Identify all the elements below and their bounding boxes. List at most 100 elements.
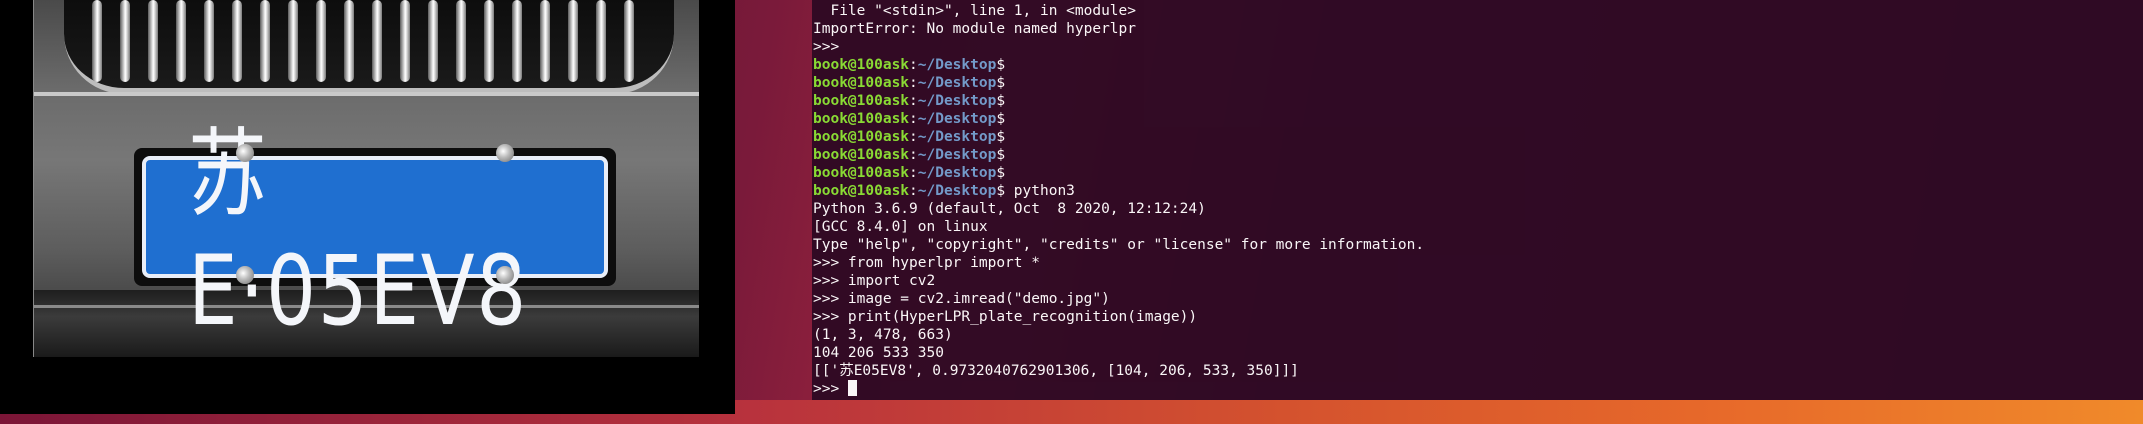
image-viewer-window[interactable]: 苏E·05EV8 <box>0 0 735 414</box>
prompt-path: ~/Desktop <box>917 147 997 163</box>
terminal-line: ImportError: No module named hyperlpr <box>813 20 1424 38</box>
grille-slat <box>232 0 242 82</box>
prompt-separator: : <box>909 183 918 199</box>
terminal-line: >>> image = cv2.imread("demo.jpg") <box>813 290 1424 308</box>
grille-slat <box>540 0 550 82</box>
terminal-cursor <box>847 380 857 396</box>
terminal-line-text: >>> image = cv2.imread("demo.jpg") <box>813 291 1110 307</box>
prompt-symbol: $ <box>996 165 1006 181</box>
prompt-symbol: $ <box>996 129 1006 145</box>
terminal-line: book@100ask:~/Desktop$ python3 <box>813 182 1424 200</box>
car-grille <box>64 0 674 94</box>
license-plate: 苏E·05EV8 <box>134 118 616 347</box>
terminal-line-text: >>> print(HyperLPR_plate_recognition(ima… <box>813 309 1198 325</box>
terminal-line-text: [GCC 8.4.0] on linux <box>813 219 988 235</box>
terminal-line: >>> <box>813 380 1424 398</box>
grille-slat <box>568 0 578 82</box>
terminal-line: (1, 3, 478, 663) <box>813 326 1424 344</box>
prompt-user-host: book@100ask <box>813 147 910 163</box>
grille-slat <box>512 0 522 82</box>
prompt-symbol: $ <box>996 93 1006 109</box>
grille-slat <box>372 0 382 82</box>
prompt-user-host: book@100ask <box>813 57 910 73</box>
terminal-window[interactable]: File "<stdin>", line 1, in <module> Impor… <box>812 0 2143 400</box>
terminal-line: >>> <box>813 38 1424 56</box>
prompt-path: ~/Desktop <box>917 111 997 127</box>
prompt-user-host: book@100ask <box>813 111 910 127</box>
grille-slat <box>120 0 130 82</box>
prompt-separator: : <box>909 75 918 91</box>
prompt-separator: : <box>909 165 918 181</box>
terminal-line-text: >>> <box>813 381 848 397</box>
terminal-line: >>> print(HyperLPR_plate_recognition(ima… <box>813 308 1424 326</box>
grille-slat <box>176 0 186 82</box>
prompt-path: ~/Desktop <box>917 93 997 109</box>
grille-slat <box>624 0 634 82</box>
plate-bolt <box>236 144 254 162</box>
prompt-path: ~/Desktop <box>917 165 997 181</box>
terminal-line: book@100ask:~/Desktop$ <box>813 110 1424 128</box>
plate-bolt <box>236 266 254 284</box>
grille-slat <box>148 0 158 82</box>
prompt-path: ~/Desktop <box>917 75 997 91</box>
prompt-separator: : <box>909 57 918 73</box>
prompt-user-host: book@100ask <box>813 129 910 145</box>
prompt-separator: : <box>909 111 918 127</box>
terminal-line-text: Python 3.6.9 (default, Oct 8 2020, 12:12… <box>813 201 1206 217</box>
plate-bolt <box>496 144 514 162</box>
prompt-symbol: $ <box>996 57 1006 73</box>
prompt-path: ~/Desktop <box>917 57 997 73</box>
terminal-line-text: >>> from hyperlpr import * <box>813 255 1040 271</box>
prompt-symbol: $ <box>996 147 1006 163</box>
grille-slat <box>596 0 606 82</box>
terminal-line-text: ImportError: No module named hyperlpr <box>813 21 1137 37</box>
terminal-line: >>> import cv2 <box>813 272 1424 290</box>
terminal-line: Python 3.6.9 (default, Oct 8 2020, 12:12… <box>813 200 1424 218</box>
prompt-symbol: $ <box>996 183 1006 199</box>
prompt-separator: : <box>909 93 918 109</box>
terminal-line: File "<stdin>", line 1, in <module> <box>813 2 1424 20</box>
terminal-line-text: [['苏E05EV8', 0.9732040762901306, [104, 2… <box>813 363 1299 379</box>
grille-slat <box>428 0 438 82</box>
terminal-line-text: Type "help", "copyright", "credits" or "… <box>813 237 1425 253</box>
grille-slat <box>484 0 494 82</box>
prompt-path: ~/Desktop <box>917 129 997 145</box>
terminal-line: Type "help", "copyright", "credits" or "… <box>813 236 1424 254</box>
terminal-line: book@100ask:~/Desktop$ <box>813 146 1424 164</box>
prompt-separator: : <box>909 147 918 163</box>
terminal-line-text: >>> import cv2 <box>813 273 936 289</box>
car-plate-photo: 苏E·05EV8 <box>33 0 699 357</box>
grille-slat <box>344 0 354 82</box>
prompt-symbol: $ <box>996 75 1006 91</box>
grille-slat <box>400 0 410 82</box>
license-plate-face: 苏E·05EV8 <box>142 118 608 347</box>
prompt-user-host: book@100ask <box>813 75 910 91</box>
plate-bolt <box>496 266 514 284</box>
terminal-line-text: >>> <box>813 39 848 55</box>
grille-slat <box>316 0 326 82</box>
terminal-line: [GCC 8.4.0] on linux <box>813 218 1424 236</box>
prompt-path: ~/Desktop <box>917 183 997 199</box>
terminal-line: book@100ask:~/Desktop$ <box>813 164 1424 182</box>
terminal-line-text: File "<stdin>", line 1, in <module> <box>813 3 1137 19</box>
terminal-line: >>> from hyperlpr import * <box>813 254 1424 272</box>
terminal-line-text: 104 206 533 350 <box>813 345 944 361</box>
prompt-separator: : <box>909 129 918 145</box>
terminal-line: book@100ask:~/Desktop$ <box>813 92 1424 110</box>
terminal-output: File "<stdin>", line 1, in <module> Impor… <box>813 2 1424 398</box>
prompt-user-host: book@100ask <box>813 165 910 181</box>
prompt-user-host: book@100ask <box>813 183 910 199</box>
desktop-background: 苏E·05EV8 File "<stdin>", line 1, in <mod… <box>0 0 2143 424</box>
terminal-line-text: python3 <box>1005 183 1075 199</box>
grille-slat <box>92 0 102 82</box>
license-plate-text: 苏E·05EV8 <box>187 117 526 347</box>
terminal-line: 104 206 533 350 <box>813 344 1424 362</box>
grille-slat <box>288 0 298 82</box>
terminal-line-text: (1, 3, 478, 663) <box>813 327 953 343</box>
terminal-line: book@100ask:~/Desktop$ <box>813 128 1424 146</box>
terminal-line: book@100ask:~/Desktop$ <box>813 56 1424 74</box>
prompt-symbol: $ <box>996 111 1006 127</box>
grille-slat <box>204 0 214 82</box>
terminal-line: [['苏E05EV8', 0.9732040762901306, [104, 2… <box>813 362 1424 380</box>
terminal-line: book@100ask:~/Desktop$ <box>813 74 1424 92</box>
